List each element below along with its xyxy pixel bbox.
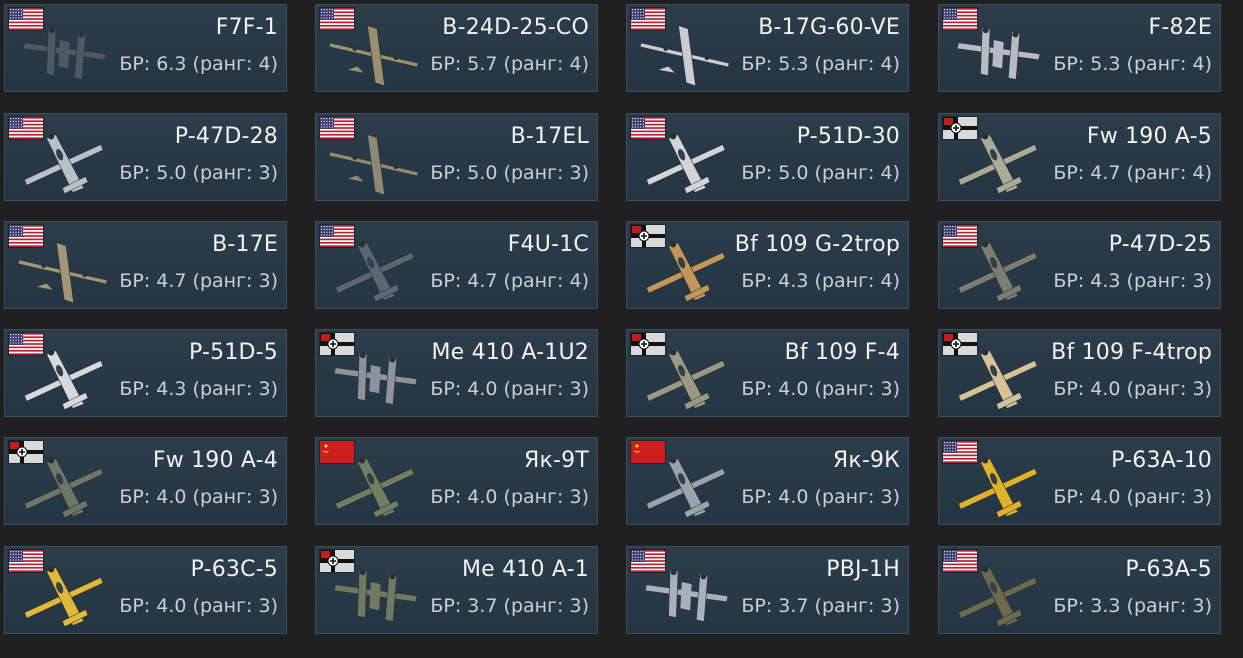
vehicle-card[interactable]: B-17G-60-VE БР: 5.3 (ранг: 4) (626, 4, 909, 92)
vehicle-name: Fw 190 A-4 (152, 448, 278, 473)
vehicle-grid: F7F-1 БР: 6.3 (ранг: 4) B-24D-25-CO БР: … (0, 0, 1243, 658)
vehicle-name: Bf 109 F-4trop (1051, 340, 1212, 365)
vehicle-card[interactable]: F-82E БР: 5.3 (ранг: 4) (938, 4, 1221, 92)
vehicle-battle-rating: БР: 5.3 (ранг: 4) (1053, 53, 1212, 75)
aircraft-icon (646, 133, 726, 194)
vehicle-battle-rating: БР: 5.3 (ранг: 4) (741, 53, 900, 75)
vehicle-battle-rating: БР: 4.0 (ранг: 3) (119, 486, 278, 508)
vehicle-battle-rating: БР: 4.7 (ранг: 4) (1053, 162, 1212, 184)
vehicle-card[interactable]: Fw 190 A-4 БР: 4.0 (ранг: 3) (4, 437, 287, 525)
vehicle-card[interactable]: B-17E БР: 4.7 (ранг: 3) (4, 221, 287, 309)
aircraft-icon (958, 457, 1038, 518)
vehicle-battle-rating: БР: 4.3 (ранг: 3) (119, 378, 278, 400)
vehicle-name: Fw 190 A-5 (1086, 124, 1212, 149)
aircraft-icon (24, 133, 104, 194)
aircraft-icon (328, 134, 419, 196)
vehicle-battle-rating: БР: 4.0 (ранг: 3) (1053, 378, 1212, 400)
aircraft-icon (646, 349, 726, 410)
aircraft-icon (956, 26, 1041, 80)
vehicle-battle-rating: БР: 5.0 (ранг: 3) (119, 162, 278, 184)
vehicle-card[interactable]: Bf 109 F-4trop БР: 4.0 (ранг: 3) (938, 329, 1221, 417)
vehicle-name: P-47D-28 (174, 124, 278, 149)
vehicle-battle-rating: БР: 4.0 (ранг: 3) (119, 595, 278, 617)
vehicle-name: B-17G-60-VE (758, 15, 900, 40)
aircraft-icon (328, 25, 419, 87)
vehicle-name: P-63A-5 (1125, 557, 1212, 582)
aircraft-icon (24, 566, 104, 627)
vehicle-battle-rating: БР: 5.0 (ранг: 3) (430, 162, 589, 184)
vehicle-card[interactable]: Fw 190 A-5 БР: 4.7 (ранг: 4) (938, 113, 1221, 201)
vehicle-name: P-63A-10 (1111, 448, 1212, 473)
aircraft-icon (335, 241, 415, 302)
vehicle-card[interactable]: B-24D-25-CO БР: 5.7 (ранг: 4) (315, 4, 598, 92)
vehicle-battle-rating: БР: 4.0 (ранг: 3) (1053, 486, 1212, 508)
vehicle-card[interactable]: Як-9Т БР: 4.0 (ранг: 3) (315, 437, 598, 525)
vehicle-card[interactable]: F4U-1C БР: 4.7 (ранг: 4) (315, 221, 598, 309)
aircraft-icon (639, 25, 730, 87)
vehicle-battle-rating: БР: 6.3 (ранг: 4) (119, 53, 278, 75)
aircraft-icon (958, 566, 1038, 627)
vehicle-battle-rating: БР: 4.0 (ранг: 3) (741, 486, 900, 508)
aircraft-icon (644, 568, 729, 622)
vehicle-name: Bf 109 F-4 (784, 340, 900, 365)
vehicle-name: Me 410 A-1U2 (431, 340, 589, 365)
vehicle-name: Bf 109 G-2trop (734, 232, 900, 257)
aircraft-icon (22, 26, 107, 80)
vehicle-name: F4U-1C (507, 232, 589, 257)
vehicle-name: Як-9Т (524, 448, 589, 473)
aircraft-icon (958, 241, 1038, 302)
vehicle-card[interactable]: P-51D-30 БР: 5.0 (ранг: 4) (626, 113, 909, 201)
vehicle-battle-rating: БР: 5.0 (ранг: 4) (741, 162, 900, 184)
vehicle-card[interactable]: Як-9К БР: 4.0 (ранг: 3) (626, 437, 909, 525)
vehicle-battle-rating: БР: 4.0 (ранг: 3) (430, 486, 589, 508)
vehicle-card[interactable]: P-63A-10 БР: 4.0 (ранг: 3) (938, 437, 1221, 525)
aircraft-icon (958, 349, 1038, 410)
vehicle-name: B-24D-25-CO (442, 15, 589, 40)
aircraft-icon (17, 242, 108, 304)
vehicle-name: P-63C-5 (190, 557, 278, 582)
vehicle-card[interactable]: P-47D-25 БР: 4.3 (ранг: 3) (938, 221, 1221, 309)
vehicle-card[interactable]: Bf 109 G-2trop БР: 4.3 (ранг: 4) (626, 221, 909, 309)
vehicle-name: P-47D-25 (1108, 232, 1212, 257)
vehicle-name: P-51D-30 (796, 124, 900, 149)
aircraft-icon (646, 241, 726, 302)
vehicle-battle-rating: БР: 4.3 (ранг: 4) (741, 270, 900, 292)
vehicle-name: Як-9К (832, 448, 900, 473)
vehicle-card[interactable]: Me 410 A-1 БР: 3.7 (ранг: 3) (315, 546, 598, 634)
aircraft-icon (333, 351, 418, 405)
vehicle-name: B-17E (212, 232, 278, 257)
vehicle-name: Me 410 A-1 (462, 557, 589, 582)
aircraft-icon (333, 568, 418, 622)
vehicle-card[interactable]: PBJ-1H БР: 3.7 (ранг: 3) (626, 546, 909, 634)
vehicle-card[interactable]: P-63C-5 БР: 4.0 (ранг: 3) (4, 546, 287, 634)
vehicle-battle-rating: БР: 4.0 (ранг: 3) (430, 378, 589, 400)
vehicle-name: PBJ-1H (826, 557, 900, 582)
vehicle-card[interactable]: B-17EL БР: 5.0 (ранг: 3) (315, 113, 598, 201)
vehicle-name: F7F-1 (215, 15, 278, 40)
vehicle-card[interactable]: P-51D-5 БР: 4.3 (ранг: 3) (4, 329, 287, 417)
vehicle-battle-rating: БР: 4.3 (ранг: 3) (1053, 270, 1212, 292)
vehicle-battle-rating: БР: 3.3 (ранг: 3) (1053, 595, 1212, 617)
vehicle-card[interactable]: Me 410 A-1U2 БР: 4.0 (ранг: 3) (315, 329, 598, 417)
vehicle-battle-rating: БР: 3.7 (ранг: 3) (741, 595, 900, 617)
vehicle-battle-rating: БР: 4.7 (ранг: 3) (119, 270, 278, 292)
vehicle-battle-rating: БР: 5.7 (ранг: 4) (430, 53, 589, 75)
aircraft-icon (646, 457, 726, 518)
vehicle-battle-rating: БР: 4.0 (ранг: 3) (741, 378, 900, 400)
vehicle-card[interactable]: P-47D-28 БР: 5.0 (ранг: 3) (4, 113, 287, 201)
aircraft-icon (24, 457, 104, 518)
vehicle-name: F-82E (1148, 15, 1212, 40)
vehicle-name: B-17EL (510, 124, 589, 149)
vehicle-card[interactable]: F7F-1 БР: 6.3 (ранг: 4) (4, 4, 287, 92)
aircraft-icon (958, 133, 1038, 194)
vehicle-battle-rating: БР: 4.7 (ранг: 4) (430, 270, 589, 292)
aircraft-icon (335, 457, 415, 518)
vehicle-battle-rating: БР: 3.7 (ранг: 3) (430, 595, 589, 617)
aircraft-icon (24, 349, 104, 410)
vehicle-card[interactable]: P-63A-5 БР: 3.3 (ранг: 3) (938, 546, 1221, 634)
vehicle-name: P-51D-5 (189, 340, 278, 365)
vehicle-card[interactable]: Bf 109 F-4 БР: 4.0 (ранг: 3) (626, 329, 909, 417)
